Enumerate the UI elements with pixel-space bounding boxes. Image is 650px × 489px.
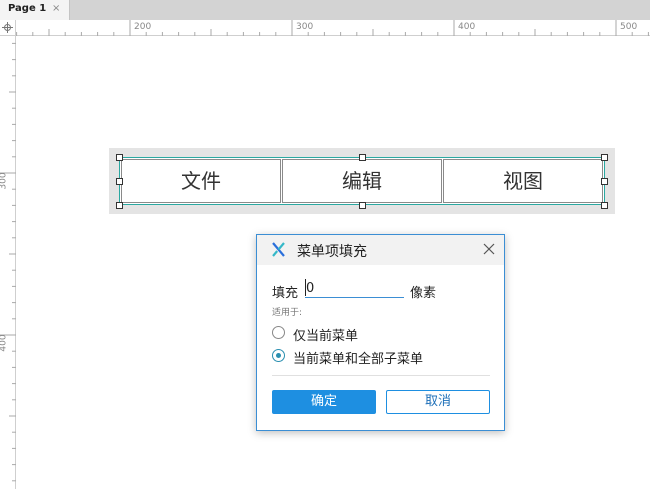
tab-close-icon[interactable]: × (52, 3, 60, 14)
app-canvas: Page 1 × 200 300 400 500 300 400 文件 编辑 视… (0, 0, 650, 489)
radio-current-menu-only[interactable]: 仅当前菜单 (272, 325, 422, 344)
ruler-label: 400 (458, 22, 476, 32)
menu-item-edit[interactable]: 编辑 (282, 159, 442, 203)
tab-bar: Page 1 × (0, 0, 650, 20)
unit-label: 像素 (410, 286, 437, 301)
radio-label: 仅当前菜单 (293, 329, 359, 344)
resize-handle-bottom-right[interactable] (601, 202, 608, 209)
radio-current-and-submenus[interactable]: 当前菜单和全部子菜单 (272, 348, 472, 367)
horizontal-ruler-ticks (16, 20, 649, 36)
radio-button[interactable] (272, 326, 285, 339)
fill-input[interactable] (305, 279, 404, 298)
apply-to-label: 适用于: (272, 308, 303, 318)
ok-button[interactable]: 确定 (272, 390, 376, 414)
tab-page-1[interactable]: Page 1 × (0, 0, 70, 20)
vertical-ruler-ticks (0, 42, 16, 482)
resize-handle-bottom-left[interactable] (116, 202, 123, 209)
ruler-label: 500 (620, 22, 638, 32)
menu-item-view[interactable]: 视图 (443, 159, 603, 203)
menu-item-file[interactable]: 文件 (121, 159, 281, 203)
tab-label: Page 1 (8, 3, 47, 14)
axure-logo-icon (272, 242, 285, 257)
ruler-label: 200 (134, 22, 152, 32)
menu-padding-dialog: 菜单项填充 填充 像素 适用于: 仅当前菜单 当前菜单和全部子菜单 确定 取消 (256, 234, 505, 431)
horizontal-menu[interactable]: 文件 编辑 视图 (119, 157, 605, 205)
resize-handle-top-right[interactable] (601, 154, 608, 161)
dialog-divider (272, 375, 490, 376)
ruler-corner[interactable] (0, 20, 16, 36)
horizontal-ruler: 200 300 400 500 (16, 20, 650, 36)
cancel-button[interactable]: 取消 (386, 390, 490, 414)
dialog-title: 菜单项填充 (297, 244, 367, 260)
radio-label: 当前菜单和全部子菜单 (293, 352, 424, 367)
resize-handle-left[interactable] (116, 178, 123, 185)
ruler-label: 300 (0, 172, 9, 190)
close-icon[interactable] (483, 243, 495, 255)
resize-handle-top-left[interactable] (116, 154, 123, 161)
resize-handle-top[interactable] (359, 154, 366, 161)
ruler-label: 300 (296, 22, 314, 32)
text-caret (305, 279, 306, 296)
dialog-header[interactable]: 菜单项填充 (257, 235, 504, 265)
fill-label: 填充 (272, 286, 299, 301)
crosshair-icon (2, 22, 13, 33)
radio-button-selected[interactable] (272, 349, 285, 362)
vertical-ruler: 300 400 (0, 36, 16, 489)
ruler-label: 400 (0, 334, 9, 352)
resize-handle-bottom[interactable] (359, 202, 366, 209)
resize-handle-right[interactable] (601, 178, 608, 185)
